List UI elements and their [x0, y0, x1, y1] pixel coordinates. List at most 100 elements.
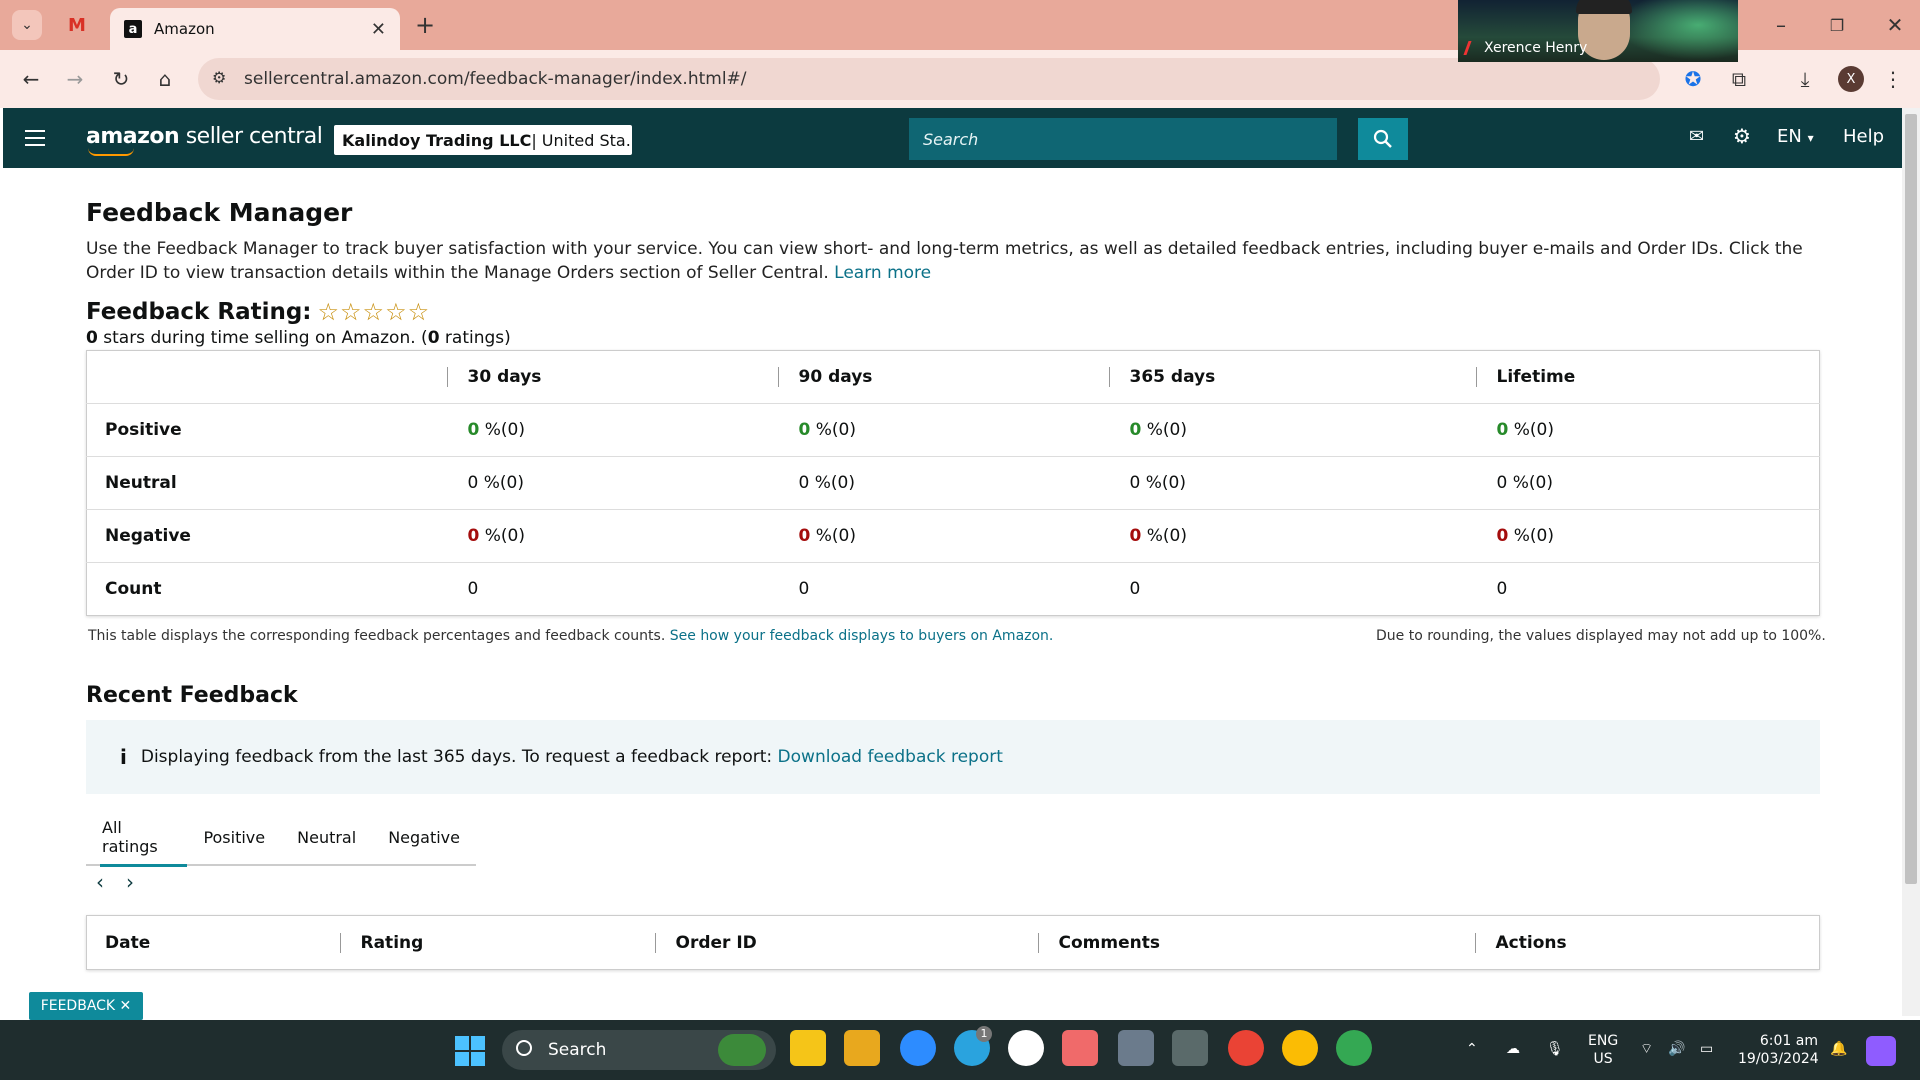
info-banner: i Displaying feedback from the last 365 … [86, 720, 1820, 794]
col-date[interactable]: Date [87, 916, 340, 970]
search-input[interactable]: Search [909, 118, 1337, 160]
close-window-icon[interactable]: ✕ [1882, 12, 1908, 38]
positive-value: 0 [798, 420, 811, 440]
chevron-left-icon[interactable]: ‹ [96, 870, 104, 894]
download-feedback-report-link[interactable]: Download feedback report [778, 747, 1003, 767]
wifi-icon[interactable]: ⌔ [1640, 1040, 1653, 1058]
minimize-icon[interactable]: – [1768, 12, 1794, 38]
asana-icon[interactable] [1062, 1030, 1098, 1066]
muted-mic-icon [1463, 41, 1481, 55]
battery-icon[interactable]: ▭ [1700, 1040, 1713, 1058]
language-indicator[interactable]: ENG US [1588, 1032, 1618, 1068]
header-90-days-label: 90 days [777, 367, 873, 387]
home-icon[interactable]: ⌂ [150, 64, 180, 94]
col-actions-label: Actions [1474, 932, 1567, 953]
col-actions[interactable]: Actions [1474, 916, 1820, 970]
seller-central-logo[interactable]: amazon seller central [86, 124, 323, 156]
windows-start-icon[interactable] [455, 1036, 485, 1066]
scrollbar-thumb[interactable] [1905, 114, 1917, 884]
language-selector[interactable]: EN ▾ [1777, 126, 1814, 147]
percent-count: %(0) [815, 526, 856, 546]
col-rating-label: Rating [339, 932, 424, 953]
tab-negative[interactable]: Negative [372, 809, 476, 865]
count-cell: 0 [446, 562, 778, 616]
restore-icon[interactable]: ❐ [1824, 12, 1850, 38]
header-lifetime: Lifetime [1475, 351, 1820, 404]
feedback-button[interactable]: FEEDBACK ✕ [29, 992, 143, 1020]
settings-gear-icon[interactable]: ⚙ [1733, 124, 1751, 148]
col-comments[interactable]: Comments [1037, 916, 1475, 970]
copilot-icon[interactable] [1866, 1036, 1896, 1066]
feedback-display-link[interactable]: See how your feedback displays to buyers… [670, 628, 1054, 644]
participant-name: Xerence Henry [1484, 40, 1588, 56]
hamburger-menu-icon[interactable] [25, 130, 45, 146]
count-cell: 0 [1475, 562, 1820, 616]
table-cell: 0 %(0) [446, 509, 778, 563]
new-tab-icon[interactable]: + [412, 11, 438, 39]
menu-kebab-icon[interactable]: ⋮ [1880, 64, 1906, 94]
col-order-id-label: Order ID [654, 932, 757, 953]
tab-title: Amazon [154, 20, 215, 38]
telegram-icon[interactable]: 1 [954, 1026, 992, 1066]
recent-feedback-title: Recent Feedback [86, 683, 298, 708]
chrome-profile-2-icon[interactable] [1282, 1030, 1318, 1066]
video-call-thumbnail[interactable]: Xerence Henry [1458, 0, 1738, 62]
feedback-metrics-table: 30 days 90 days 365 days Lifetime Positi… [86, 350, 1820, 616]
gmail-tab-icon[interactable]: M [64, 12, 90, 38]
search-button[interactable] [1358, 118, 1408, 160]
store-selector[interactable]: Kalindoy Trading LLC | United Sta... [334, 125, 632, 155]
table-cell: 0 %(0) [446, 403, 778, 457]
tab-search-chevron-icon[interactable]: ⌄ [12, 10, 42, 40]
profile-avatar[interactable]: X [1838, 66, 1864, 92]
table-cell: 0 %(0) [446, 456, 778, 510]
search-icon [1373, 129, 1392, 148]
taskbar-search[interactable]: Search [502, 1030, 776, 1070]
language-label: EN [1777, 126, 1802, 147]
url-bar[interactable]: ⚙ sellercentral.amazon.com/feedback-mana… [198, 58, 1660, 100]
table-cell: 0 %(0) [1108, 403, 1476, 457]
col-rating[interactable]: Rating [339, 916, 655, 970]
close-tab-icon[interactable]: ✕ [371, 19, 386, 40]
forward-icon[interactable]: → [60, 64, 90, 94]
help-link[interactable]: Help [1843, 126, 1884, 147]
reload-icon[interactable]: ↻ [106, 64, 136, 94]
count-cell: 0 [1108, 562, 1476, 616]
tab-all-ratings[interactable]: All ratings [86, 809, 188, 867]
zoom-icon[interactable] [900, 1030, 936, 1066]
learn-more-link[interactable]: Learn more [834, 263, 931, 283]
tab-amazon[interactable]: a Amazon ✕ [110, 8, 400, 50]
microphone-icon[interactable]: 🎙 [1546, 1040, 1564, 1058]
volume-icon[interactable]: 🔊 [1668, 1040, 1685, 1058]
extensions-puzzle-icon[interactable]: ⧉ [1724, 64, 1754, 94]
notification-bell-icon[interactable]: 🔔 [1830, 1040, 1847, 1058]
mail-icon[interactable]: ✉ [1689, 126, 1704, 147]
page-scrollbar[interactable] [1902, 108, 1920, 1016]
negative-value: 0 [467, 526, 480, 546]
tab-neutral[interactable]: Neutral [281, 809, 372, 865]
tab-positive[interactable]: Positive [187, 809, 281, 865]
sticky-notes-icon[interactable] [790, 1030, 826, 1066]
tray-overflow-icon[interactable]: ⌃ [1466, 1040, 1478, 1058]
snipping-tool-icon[interactable] [1118, 1030, 1154, 1066]
download-icon[interactable]: ⤓ [1790, 64, 1820, 94]
col-order-id[interactable]: Order ID [654, 916, 1038, 970]
percent-count: %(0) [814, 473, 855, 493]
file-explorer-icon[interactable] [844, 1030, 880, 1066]
table-row: Neutral 0 %(0) 0 %(0) 0 %(0) 0 %(0) [86, 456, 1820, 510]
chevron-right-icon[interactable]: › [126, 870, 134, 894]
slack-icon[interactable] [1008, 1030, 1044, 1066]
back-icon[interactable]: ← [16, 64, 46, 94]
header-lifetime-label: Lifetime [1475, 367, 1576, 387]
stars-text: stars during time selling on Amazon. ( [97, 328, 428, 348]
percent-count: %(0) [483, 473, 524, 493]
extension-icon[interactable]: ✪ [1678, 64, 1708, 94]
system-clock[interactable]: 6:01 am 19/03/2024 [1738, 1032, 1819, 1068]
calculator-icon[interactable] [1172, 1030, 1208, 1066]
row-label: Negative [86, 509, 447, 563]
site-info-icon[interactable]: ⚙ [212, 68, 226, 87]
chrome-profile-3-icon[interactable] [1336, 1030, 1372, 1066]
chrome-profile-1-icon[interactable] [1228, 1030, 1264, 1066]
table-header-row: 30 days 90 days 365 days Lifetime [87, 351, 1820, 404]
table-row: Count 0 0 0 0 [86, 562, 1820, 616]
onedrive-cloud-icon[interactable]: ☁ [1506, 1040, 1520, 1058]
